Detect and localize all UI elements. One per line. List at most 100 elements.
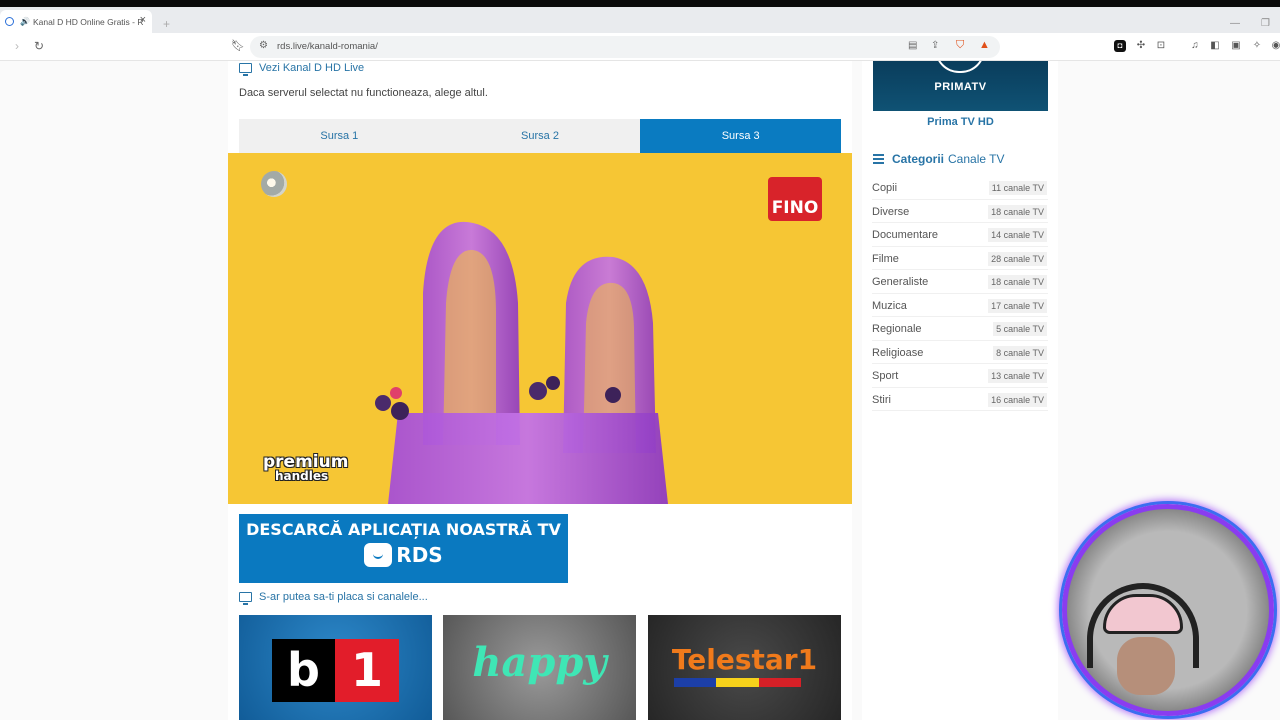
sidebar: PRIMATV Prima TV HD Categorii Canale TV … — [862, 61, 1058, 720]
category-count: 8 canale TV — [993, 345, 1047, 360]
screen-top-bar — [0, 0, 1280, 7]
prima-tv-thumbnail[interactable]: PRIMATV — [873, 61, 1048, 111]
category-row-muzica[interactable]: Muzica 17 canale TV — [872, 294, 1047, 317]
prima-tv-logo: PRIMATV — [934, 81, 987, 93]
category-row-regionale[interactable]: Regionale 5 canale TV — [872, 317, 1047, 340]
browser-tab[interactable]: 🔊 Kanal D HD Online Gratis - RD × — [0, 10, 152, 33]
category-name[interactable]: Documentare — [872, 229, 938, 241]
category-count: 18 canale TV — [988, 204, 1047, 219]
site-favicon-icon — [5, 17, 14, 26]
category-name[interactable]: Religioase — [872, 347, 923, 359]
b1-logo-1: 1 — [335, 639, 399, 702]
b1-logo-b: b — [272, 639, 335, 702]
category-name[interactable]: Regionale — [872, 323, 922, 335]
puzzle-icon[interactable]: ✣ — [1135, 40, 1147, 52]
new-tab-icon[interactable]: + — [163, 17, 170, 31]
webcam-overlay — [1062, 504, 1274, 716]
prima-tv-link[interactable]: Prima TV HD — [873, 116, 1048, 128]
monitor-icon — [239, 592, 252, 605]
category-row-documentare[interactable]: Documentare 14 canale TV — [872, 223, 1047, 246]
share-icon[interactable]: ⇪ — [931, 40, 939, 51]
tab-sursa-2[interactable]: Sursa 2 — [440, 119, 641, 153]
banner-brand: RDS — [396, 543, 443, 567]
category-count: 5 canale TV — [993, 321, 1047, 336]
category-name[interactable]: Diverse — [872, 206, 909, 218]
divider — [872, 410, 1048, 411]
site-info-icon[interactable]: ⚙︎ — [259, 40, 268, 51]
categories-heading-rest: Canale TV — [948, 152, 1005, 166]
category-row-religioase[interactable]: Religioase 8 canale TV — [872, 341, 1047, 364]
kanal-d-channel-logo — [261, 171, 287, 197]
flag-stripe — [674, 678, 801, 687]
category-row-copii[interactable]: Copii 11 canale TV — [872, 176, 1047, 199]
speaker-icon[interactable]: 🔊 — [20, 17, 30, 26]
address-bar[interactable]: ⚙︎ rds.live/kanald-romania/ ▤ ⇪ ⛉ ▲ — [250, 36, 1000, 58]
suggestions-heading-text: S-ar putea sa-ti placa si canalele... — [259, 591, 428, 603]
category-count: 14 canale TV — [988, 227, 1047, 242]
reload-icon[interactable]: ↻ — [34, 39, 44, 53]
category-name[interactable]: Sport — [872, 370, 898, 382]
url-text: rds.live/kanald-romania/ — [277, 41, 378, 52]
category-count: 16 canale TV — [988, 392, 1047, 407]
minimize-icon[interactable]: — — [1230, 18, 1240, 29]
list-icon — [873, 152, 884, 166]
channel-card-telestar1[interactable]: Telestar1 — [648, 615, 841, 720]
category-count: 17 canale TV — [988, 298, 1047, 313]
reader-mode-icon[interactable]: ▤ — [908, 40, 917, 51]
category-row-diverse[interactable]: Diverse 18 canale TV — [872, 200, 1047, 223]
tv-icon — [364, 543, 393, 567]
profile-icon[interactable]: ◉ — [1270, 40, 1280, 52]
categories-heading: Categorii Canale TV — [873, 152, 1005, 166]
category-row-filme[interactable]: Filme 28 canale TV — [872, 247, 1047, 270]
fino-sponsor-logo: FINO — [768, 177, 822, 221]
category-row-sport[interactable]: Sport 13 canale TV — [872, 364, 1047, 387]
source-tabs: Sursa 1 Sursa 2 Sursa 3 — [239, 119, 842, 153]
tab-strip: 🔊 Kanal D HD Online Gratis - RD × + — ❐ — [0, 7, 1280, 33]
brave-shield-icon[interactable]: ⛉ — [956, 39, 964, 52]
forward-icon[interactable]: › — [15, 39, 19, 53]
live-heading-text: Vezi Kanal D HD Live — [259, 62, 365, 74]
extension-icon[interactable]: ◘ — [1114, 40, 1126, 52]
music-icon[interactable]: ♫ — [1189, 40, 1201, 52]
category-row-generaliste[interactable]: Generaliste 18 canale TV — [872, 270, 1047, 293]
tab-sursa-1[interactable]: Sursa 1 — [239, 119, 440, 153]
main-column: Vezi Kanal D HD Live Daca serverul selec… — [228, 61, 852, 720]
category-row-stiri[interactable]: Stiri 16 canale TV — [872, 388, 1047, 411]
banner-title: DESCARCĂ APLICAȚIA NOASTRĂ TV — [246, 520, 561, 539]
leo-icon[interactable]: ✧ — [1251, 40, 1263, 52]
category-count: 28 canale TV — [988, 251, 1047, 266]
tab-sursa-3[interactable]: Sursa 3 — [640, 119, 842, 153]
page-content: Vezi Kanal D HD Live Daca serverul selec… — [0, 61, 1280, 720]
navigation-bar: ‹ › ↻ 🔖︎ ⚙︎ rds.live/kanald-romania/ ▤ ⇪… — [0, 33, 1280, 61]
premium-handles-logo: premium handles — [263, 454, 348, 484]
category-name[interactable]: Filme — [872, 253, 899, 265]
category-count: 18 canale TV — [988, 274, 1047, 289]
bookmark-icon[interactable]: 🔖︎ — [231, 39, 245, 52]
video-player[interactable]: FINO premium handles — [228, 153, 852, 504]
sidebar-icon[interactable]: ◧ — [1209, 40, 1221, 52]
face-shape — [1117, 637, 1175, 695]
rewards-icon[interactable]: ▲ — [979, 39, 990, 51]
app-download-banner[interactable]: DESCARCĂ APLICAȚIA NOASTRĂ TV RDS — [239, 514, 568, 583]
monitor-icon — [239, 63, 252, 76]
suggestions-heading: S-ar putea sa-ti placa si canalele... — [239, 591, 428, 605]
restore-icon[interactable]: ❐ — [1261, 18, 1270, 29]
category-name[interactable]: Copii — [872, 182, 897, 194]
categories-heading-bold: Categorii — [892, 152, 945, 166]
category-name[interactable]: Stiri — [872, 394, 891, 406]
prima-tv-arc — [935, 61, 985, 73]
server-notice: Daca serverul selectat nu functioneaza, … — [239, 87, 488, 99]
category-count: 13 canale TV — [988, 368, 1047, 383]
close-tab-icon[interactable]: × — [140, 14, 146, 26]
channel-card-happy[interactable]: happy — [443, 615, 636, 720]
b1-logo: b 1 — [272, 639, 399, 702]
category-count: 11 canale TV — [988, 180, 1047, 195]
wallet-icon[interactable]: ▣ — [1230, 40, 1242, 52]
category-name[interactable]: Generaliste — [872, 276, 928, 288]
happy-logo: happy — [472, 639, 607, 686]
telestar1-logo: Telestar1 — [671, 643, 818, 676]
screenshot-icon[interactable]: ⊡ — [1155, 40, 1167, 52]
tab-title: Kanal D HD Online Gratis - RD — [32, 16, 143, 27]
channel-card-b1[interactable]: b 1 — [239, 615, 432, 720]
category-name[interactable]: Muzica — [872, 300, 907, 312]
